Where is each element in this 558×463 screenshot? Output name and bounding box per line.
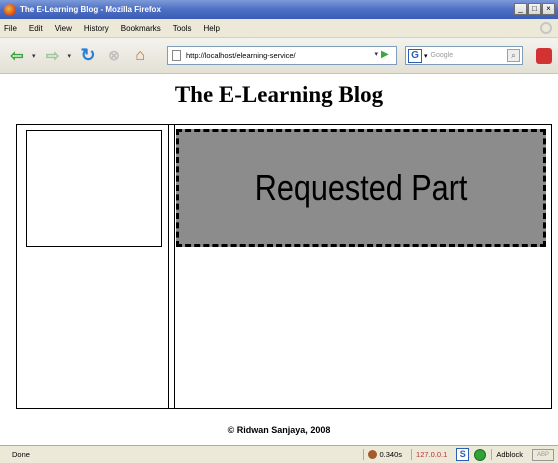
menu-edit[interactable]: Edit [29,24,43,33]
extension-icon[interactable] [536,48,552,64]
menu-tools[interactable]: Tools [173,24,192,33]
status-indicators: 0.340s 127.0.0.1 S Adblock ABP [362,448,554,461]
s-addon-icon[interactable]: S [456,448,470,461]
load-time-value: 0.340s [379,449,403,459]
search-bar[interactable]: G ▾ Google ⌕ [405,46,523,65]
back-arrow-icon[interactable]: ⇦ [6,45,28,67]
home-icon[interactable]: ⌂ [129,45,151,67]
forward-arrow-icon[interactable]: ⇨ [42,45,64,67]
navigation-toolbar: ⇦ ▾ ⇨ ▾ ↻ ⊗ ⌂ http://localhost/elearning… [0,38,558,74]
requested-part-region: Requested Part [176,129,546,247]
menu-bar: File Edit View History Bookmarks Tools H… [0,19,558,38]
left-column [17,125,169,408]
adblock-label[interactable]: Adblock [491,449,527,460]
window-controls: _ □ × [514,3,555,15]
url-dropdown-icon[interactable]: ▾ [374,50,378,58]
menu-help[interactable]: Help [203,24,219,33]
page-title: The E-Learning Blog [174,82,384,107]
status-text: Done [12,450,30,459]
load-time: 0.340s [362,448,407,461]
firefox-icon [4,3,16,16]
status-ok-icon[interactable] [474,448,487,461]
close-button[interactable]: × [542,3,555,15]
ip-address: 127.0.0.1 [411,449,451,460]
reload-icon[interactable]: ↻ [77,45,99,67]
menu-file[interactable]: File [4,24,17,33]
stop-icon[interactable]: ⊗ [103,45,125,67]
search-input[interactable]: Google [431,52,454,59]
window-title: The E-Learning Blog - Mozilla Firefox [20,5,161,14]
search-engine-dropdown-icon[interactable]: ▾ [424,52,428,60]
back-dropdown-icon[interactable]: ▾ [32,52,36,60]
google-icon[interactable]: G [408,48,422,63]
timer-icon [367,450,377,460]
page-icon [172,50,181,61]
menu-history[interactable]: History [84,24,109,33]
window-titlebar: The E-Learning Blog - Mozilla Firefox _ … [0,0,558,19]
sidebar-box [26,130,162,247]
go-arrow-icon[interactable]: ▶ [381,49,393,62]
forward-dropdown-icon[interactable]: ▾ [68,52,72,60]
maximize-button[interactable]: □ [528,3,541,15]
menu-view[interactable]: View [55,24,72,33]
content-area: Requested Part [174,125,550,408]
adblock-icon[interactable]: ABP [532,448,554,461]
page-layout: Requested Part [16,124,552,409]
minimize-button[interactable]: _ [514,3,527,15]
status-bar: Done 0.340s 127.0.0.1 S Adblock ABP [0,445,558,463]
search-magnifier-icon[interactable]: ⌕ [507,49,520,62]
requested-part-label: Requested Part [254,167,468,208]
url-bar[interactable]: http://localhost/elearning-service/ ▾ ▶ [167,46,397,65]
page-footer: © Ridwan Sanjaya, 2008 [227,425,331,435]
menu-bookmarks[interactable]: Bookmarks [121,24,161,33]
throbber-icon [540,22,552,34]
url-text[interactable]: http://localhost/elearning-service/ [186,51,296,60]
